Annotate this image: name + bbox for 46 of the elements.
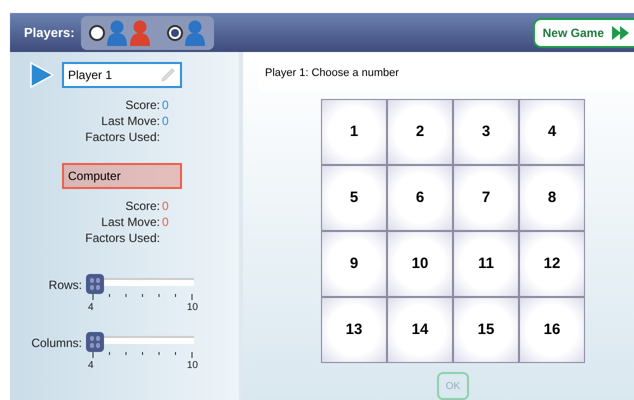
radio-button[interactable]: [166, 24, 183, 40]
player-name-field[interactable]: Player 1: [62, 62, 182, 88]
new-game-button[interactable]: New Game: [532, 18, 634, 48]
number-tile[interactable]: 3: [454, 100, 518, 164]
number-tile[interactable]: 13: [322, 298, 386, 362]
number-tile[interactable]: 8: [520, 166, 584, 230]
player-name-field[interactable]: Computer: [62, 163, 182, 189]
slider-thumb[interactable]: [86, 274, 104, 294]
person-icon: [128, 20, 151, 46]
slider-thumb[interactable]: [86, 332, 104, 352]
number-tile[interactable]: 12: [520, 232, 584, 296]
number-tile[interactable]: 1: [322, 100, 386, 164]
players-label: Players:: [24, 24, 75, 42]
last-move-label: Last Move:: [100, 214, 160, 230]
last-move-label: Last Move:: [100, 113, 160, 129]
score-label: Score:: [124, 97, 160, 113]
slider-label: Columns:: [30, 335, 82, 352]
slider-label: Rows:: [48, 277, 82, 294]
slider-max-label: 10: [186, 359, 198, 373]
number-tile[interactable]: 10: [388, 232, 452, 296]
fast-forward-icon: [612, 26, 630, 40]
slider-max-label: 10: [186, 301, 198, 315]
number-tile[interactable]: 6: [388, 166, 452, 230]
score-label: Score:: [124, 198, 160, 214]
number-tile[interactable]: 7: [454, 166, 518, 230]
slider-min-label: 4: [88, 359, 94, 373]
score-value: 0: [161, 198, 170, 214]
slider-track[interactable]: [86, 274, 194, 294]
number-tile[interactable]: 5: [322, 166, 386, 230]
person-icon: [106, 20, 128, 46]
number-tile[interactable]: 15: [454, 298, 518, 362]
number-tile[interactable]: 14: [388, 298, 452, 362]
number-tile[interactable]: 9: [322, 232, 386, 296]
person-icon: [184, 20, 206, 46]
number-tile[interactable]: 2: [388, 100, 452, 164]
factors-label: Factors Used:: [84, 230, 160, 246]
number-tile[interactable]: 4: [520, 100, 584, 164]
slider-track[interactable]: [86, 332, 194, 352]
score-value: 0: [161, 97, 170, 113]
last-move-value: 0: [161, 214, 170, 230]
slider-min-label: 4: [88, 301, 94, 315]
last-move-value: 0: [161, 113, 170, 129]
radio-button[interactable]: [88, 24, 105, 40]
number-tile[interactable]: 11: [454, 232, 518, 296]
number-tile[interactable]: 16: [520, 298, 584, 362]
factors-label: Factors Used:: [84, 129, 160, 145]
